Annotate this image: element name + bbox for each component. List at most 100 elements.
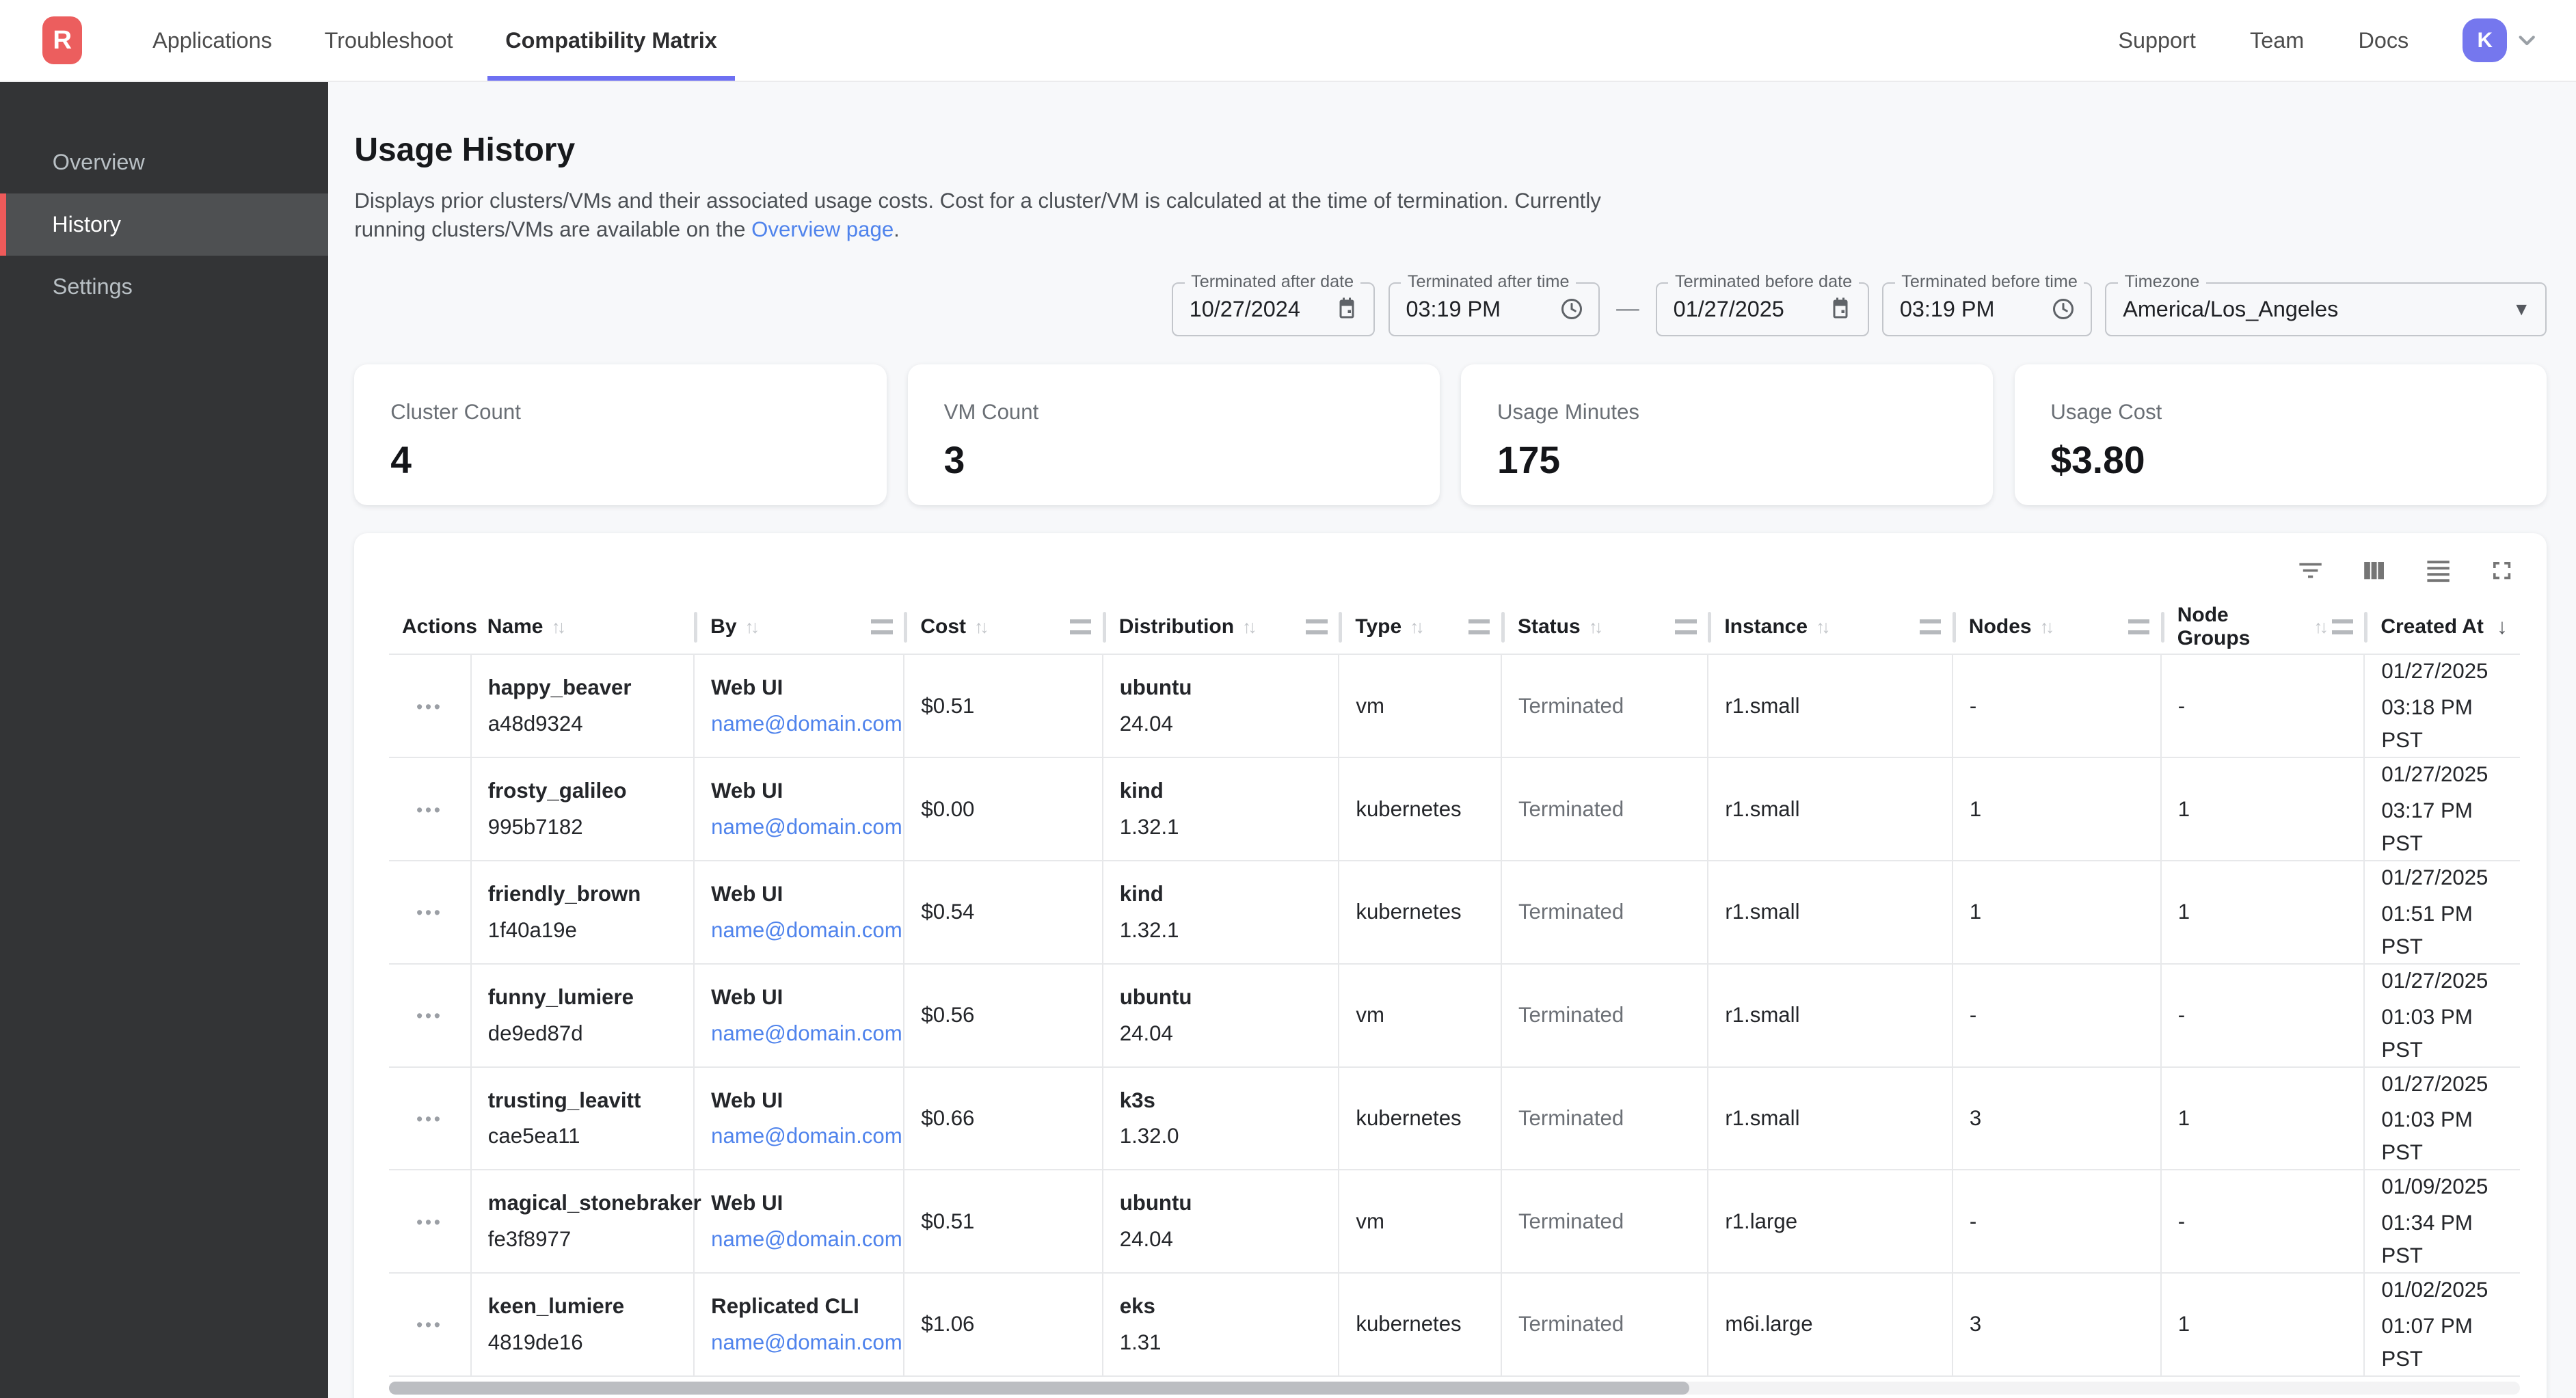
column-header-status[interactable]: Status↑↓ <box>1501 600 1708 654</box>
sidebar-item-settings[interactable]: Settings <box>0 256 328 318</box>
cell-distribution: ubuntu24.04 <box>1103 654 1339 757</box>
column-menu-icon[interactable] <box>2332 619 2353 634</box>
email-link[interactable]: name@domain.com <box>711 811 897 844</box>
overview-page-link[interactable]: Overview page <box>751 217 894 241</box>
timezone-select[interactable]: Timezone America/Los_Angeles ▼ <box>2105 282 2547 336</box>
row-actions-button[interactable]: ••• <box>416 697 443 717</box>
terminated-after-date-field[interactable]: Terminated after date 10/27/2024 <box>1172 282 1376 336</box>
cell-status: Terminated <box>1501 964 1708 1067</box>
brand[interactable]: R <box>42 0 82 81</box>
cell-distribution: ubuntu24.04 <box>1103 1170 1339 1273</box>
field-value[interactable]: America/Los_Angeles <box>2123 297 2502 322</box>
cell-status: Terminated <box>1501 861 1708 964</box>
field-value[interactable]: 03:19 PM <box>1406 297 1550 322</box>
column-menu-icon[interactable] <box>1468 619 1490 634</box>
email-link[interactable]: name@domain.com <box>711 1326 897 1359</box>
sidebar: Overview History Settings <box>0 82 328 1398</box>
column-menu-icon[interactable] <box>1675 619 1696 634</box>
column-header-type[interactable]: Type↑↓ <box>1339 600 1501 654</box>
cell-node-groups: - <box>2161 1170 2365 1273</box>
account-menu[interactable]: K <box>2463 18 2540 63</box>
email-link[interactable]: name@domain.com <box>711 708 897 740</box>
column-header-node-groups[interactable]: Node Groups↑↓ <box>2161 600 2365 654</box>
cell-cost: $0.51 <box>904 1170 1102 1273</box>
scrollbar-thumb[interactable] <box>389 1382 1689 1395</box>
chevron-down-icon <box>2514 27 2540 53</box>
sort-icon: ↑↓ <box>1410 617 1421 638</box>
email-link[interactable]: name@domain.com <box>711 914 897 947</box>
cell-nodes: 3 <box>1953 1067 2161 1170</box>
fullscreen-icon[interactable] <box>2487 556 2517 585</box>
sort-icon: ↑↓ <box>2313 617 2325 638</box>
columns-icon[interactable] <box>2359 556 2389 585</box>
column-header-created-at[interactable]: Created At↓ <box>2364 600 2520 654</box>
column-menu-icon[interactable] <box>1920 619 1941 634</box>
sidebar-item-history[interactable]: History <box>0 193 328 256</box>
table-row: ••• frosty_galileo995b7182 Web UIname@do… <box>389 757 2521 861</box>
cell-type: kubernetes <box>1339 861 1501 964</box>
cell-node-groups: - <box>2161 964 2365 1067</box>
sort-icon: ↑↓ <box>2040 617 2052 638</box>
range-separator: — <box>1616 296 1639 322</box>
row-actions-button[interactable]: ••• <box>416 800 443 820</box>
nav-link-docs[interactable]: Docs <box>2358 28 2409 53</box>
nav-link-support[interactable]: Support <box>2118 28 2195 53</box>
cell-instance: r1.small <box>1708 964 1953 1067</box>
cell-node-groups: 1 <box>2161 757 2365 861</box>
clock-icon[interactable] <box>1559 297 1584 321</box>
sidebar-item-overview[interactable]: Overview <box>0 131 328 193</box>
column-header-name[interactable]: Name↑↓ <box>471 600 694 654</box>
replicated-logo-icon[interactable]: R <box>42 16 82 64</box>
row-actions-button[interactable]: ••• <box>416 902 443 923</box>
calendar-icon[interactable] <box>1334 297 1359 321</box>
sort-icon: ↑↓ <box>1589 617 1600 638</box>
row-actions-button[interactable]: ••• <box>416 1006 443 1026</box>
cell-created-at: 01/02/202501:07 PM PST <box>2364 1273 2520 1376</box>
email-link[interactable]: name@domain.com <box>711 1223 897 1256</box>
cell-by: Web UIname@domain.com <box>694 1067 904 1170</box>
cell-status: Terminated <box>1501 1273 1708 1376</box>
cell-instance: r1.small <box>1708 861 1953 964</box>
app-root: R Applications Troubleshoot Compatibilit… <box>0 0 2576 1398</box>
row-actions-button[interactable]: ••• <box>416 1315 443 1335</box>
column-menu-icon[interactable] <box>871 619 892 634</box>
column-header-nodes[interactable]: Nodes↑↓ <box>1953 600 2161 654</box>
row-actions-button[interactable]: ••• <box>416 1212 443 1233</box>
email-link[interactable]: name@domain.com <box>711 1017 897 1050</box>
terminated-before-date-field[interactable]: Terminated before date 01/27/2025 <box>1656 282 1869 336</box>
stat-label: VM Count <box>944 400 1404 425</box>
row-actions-button[interactable]: ••• <box>416 1109 443 1129</box>
sort-icon: ↑↓ <box>745 617 757 638</box>
column-header-instance[interactable]: Instance↑↓ <box>1708 600 1953 654</box>
density-icon[interactable] <box>2424 556 2453 585</box>
tab-troubleshoot[interactable]: Troubleshoot <box>306 0 471 81</box>
field-value[interactable]: 01/27/2025 <box>1674 297 1819 322</box>
stat-card-usage-cost: Usage Cost $3.80 <box>2015 364 2547 505</box>
cell-type: kubernetes <box>1339 1273 1501 1376</box>
cell-by: Web UIname@domain.com <box>694 1170 904 1273</box>
column-menu-icon[interactable] <box>1306 619 1327 634</box>
column-menu-icon[interactable] <box>2128 619 2149 634</box>
cell-nodes: - <box>1953 654 2161 757</box>
terminated-before-time-field[interactable]: Terminated before time 03:19 PM <box>1882 282 2092 336</box>
description-text: Displays prior clusters/VMs and their as… <box>354 189 1600 241</box>
tab-compatibility-matrix[interactable]: Compatibility Matrix <box>487 0 735 81</box>
calendar-icon[interactable] <box>1828 297 1853 321</box>
column-header-cost[interactable]: Cost↑↓ <box>904 600 1102 654</box>
cell-cost: $0.00 <box>904 757 1102 861</box>
column-header-by[interactable]: By↑↓ <box>694 600 904 654</box>
field-value[interactable]: 03:19 PM <box>1900 297 2041 322</box>
field-value[interactable]: 10/27/2024 <box>1190 297 1325 322</box>
email-link[interactable]: name@domain.com <box>711 1120 897 1153</box>
clock-icon[interactable] <box>2051 297 2076 321</box>
tab-applications[interactable]: Applications <box>135 0 290 81</box>
table-row: ••• trusting_leavittcae5ea11 Web UIname@… <box>389 1067 2521 1170</box>
horizontal-scrollbar[interactable] <box>389 1382 2521 1395</box>
terminated-after-time-field[interactable]: Terminated after time 03:19 PM <box>1388 282 1600 336</box>
nav-link-team[interactable]: Team <box>2250 28 2304 53</box>
filter-icon[interactable] <box>2296 556 2325 585</box>
cell-name: keen_lumiere4819de16 <box>471 1273 694 1376</box>
avatar[interactable]: K <box>2463 18 2507 63</box>
column-header-distribution[interactable]: Distribution↑↓ <box>1103 600 1339 654</box>
column-menu-icon[interactable] <box>1070 619 1091 634</box>
